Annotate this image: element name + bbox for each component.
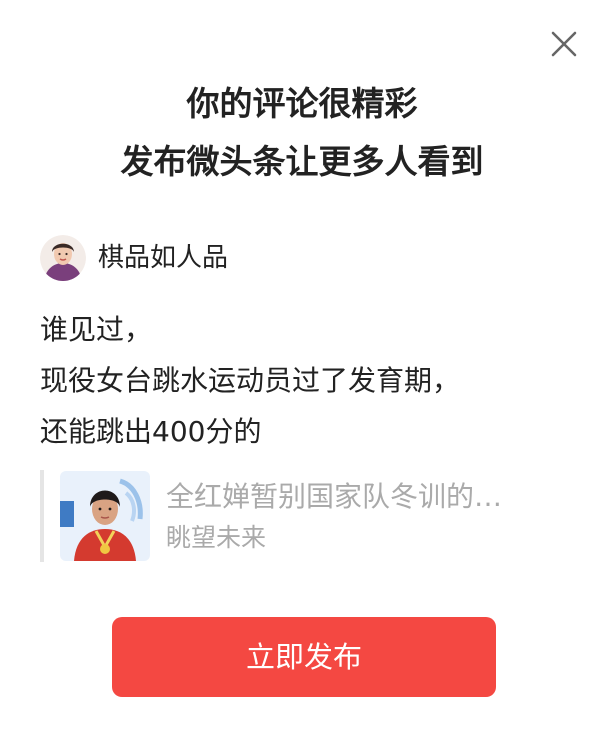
comment-text: 谁见过， 现役女台跳水运动员过了发育期， 还能跳出400分的 [40, 304, 570, 457]
publish-dialog: 你的评论很精彩 发布微头条让更多人看到 棋品如人品 谁见过， 现役女台跳水运动员… [0, 0, 604, 746]
dialog-title-line2: 发布微头条让更多人看到 [120, 142, 484, 181]
article-thumbnail [60, 471, 150, 561]
quote-bar [40, 470, 44, 562]
comment-line: 现役女台跳水运动员过了发育期， [40, 364, 461, 397]
comment-author: 棋品如人品 [40, 234, 228, 282]
quote-text: 全红婵暂别国家队冬训的… 眺望未来 [166, 477, 556, 555]
user-avatar [40, 235, 86, 281]
comment-line: 还能跳出400分的 [40, 415, 262, 448]
close-icon [551, 31, 577, 57]
dialog-title-line1: 你的评论很精彩 [186, 84, 418, 123]
author-name: 棋品如人品 [98, 243, 229, 273]
publish-button[interactable]: 立即发布 [112, 617, 496, 697]
quoted-article[interactable]: 全红婵暂别国家队冬训的… 眺望未来 [40, 470, 564, 562]
quote-author: 眺望未来 [166, 523, 267, 552]
comment-line: 谁见过， [40, 313, 153, 346]
quote-title: 全红婵暂别国家队冬训的… [166, 480, 503, 513]
close-button[interactable] [548, 28, 580, 60]
